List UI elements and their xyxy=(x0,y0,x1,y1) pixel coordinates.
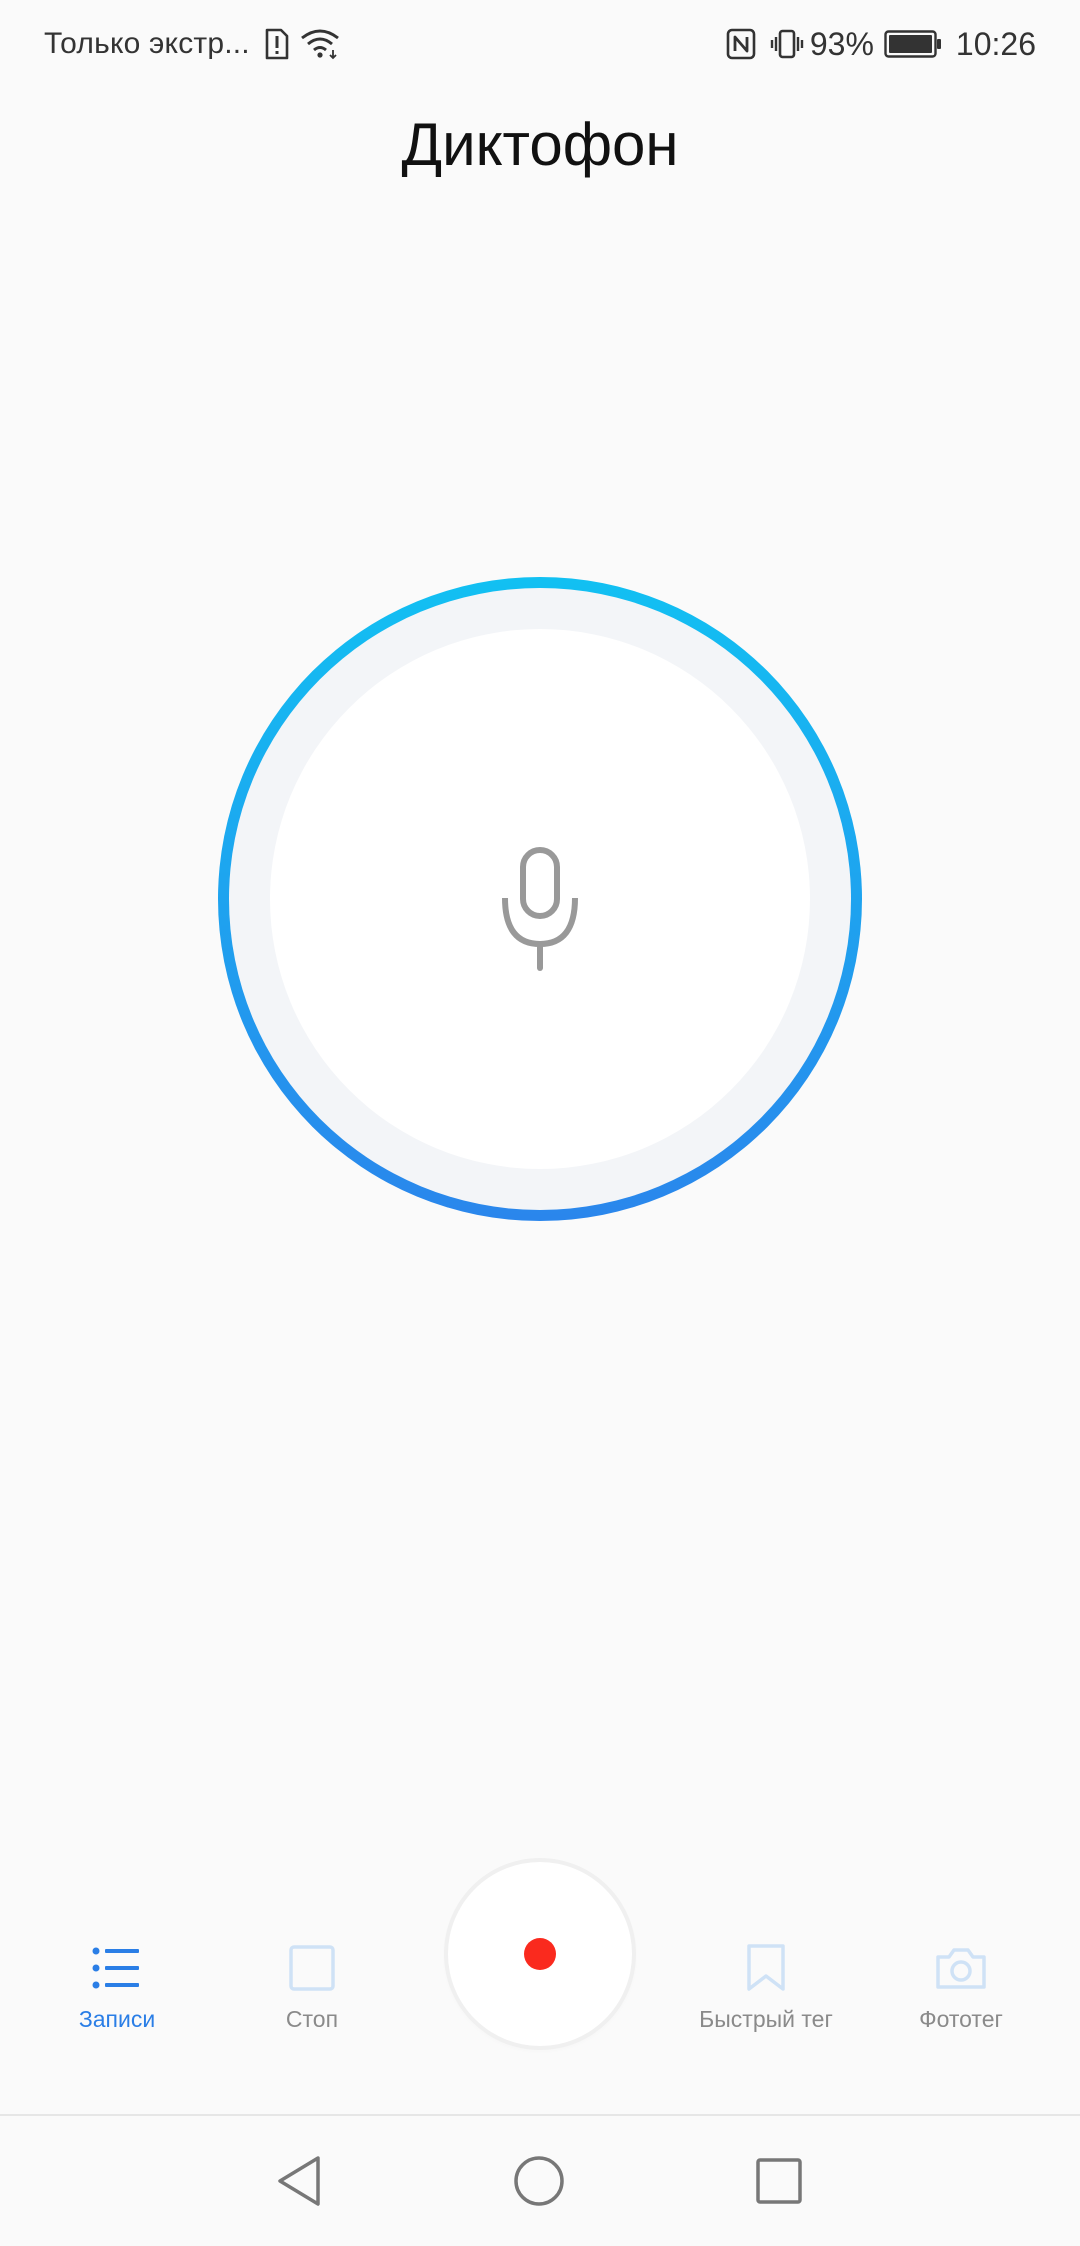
vibrate-icon xyxy=(770,28,804,60)
clock: 10:26 xyxy=(955,25,1036,62)
bookmark-icon xyxy=(747,1944,785,1991)
photo-tag-label: Фототег xyxy=(919,2006,1003,2032)
recents-button[interactable] xyxy=(744,2146,814,2216)
status-bar: Только экстр... 93% 10:26 xyxy=(0,0,1080,88)
status-right: 93% 10:26 xyxy=(726,22,1036,66)
back-button[interactable] xyxy=(264,2146,334,2216)
navigation-bar xyxy=(0,2114,1080,2246)
recents-icon xyxy=(756,2158,802,2204)
stop-label: Стоп xyxy=(285,2006,339,2032)
quick-tag-label: Быстрый тег xyxy=(699,2006,833,2032)
records-button[interactable]: Записи xyxy=(7,1940,227,2033)
recording-ring xyxy=(215,574,865,1224)
record-dot-icon xyxy=(524,1938,556,1970)
page-title: Диктофон xyxy=(401,111,679,178)
list-icon xyxy=(92,1947,139,1989)
status-left: Только экстр... xyxy=(44,22,340,66)
photo-tag-button[interactable]: Фототег xyxy=(851,1940,1071,2033)
stop-button[interactable]: Стоп xyxy=(202,1940,422,2033)
back-icon xyxy=(278,2156,320,2206)
sim-alert-icon xyxy=(264,28,290,60)
stop-icon xyxy=(289,1945,335,1991)
home-icon xyxy=(514,2156,564,2206)
battery-icon xyxy=(884,29,942,59)
battery-percent: 93% xyxy=(809,25,874,62)
wifi-icon xyxy=(300,28,340,60)
record-button[interactable] xyxy=(448,1862,632,2046)
camera-icon xyxy=(936,1948,986,1989)
home-button[interactable] xyxy=(504,2146,574,2216)
nfc-icon xyxy=(726,28,756,60)
records-label: Записи xyxy=(78,2006,156,2032)
quick-tag-button[interactable]: Быстрый тег xyxy=(656,1940,876,2033)
carrier-label: Только экстр... xyxy=(44,27,250,60)
